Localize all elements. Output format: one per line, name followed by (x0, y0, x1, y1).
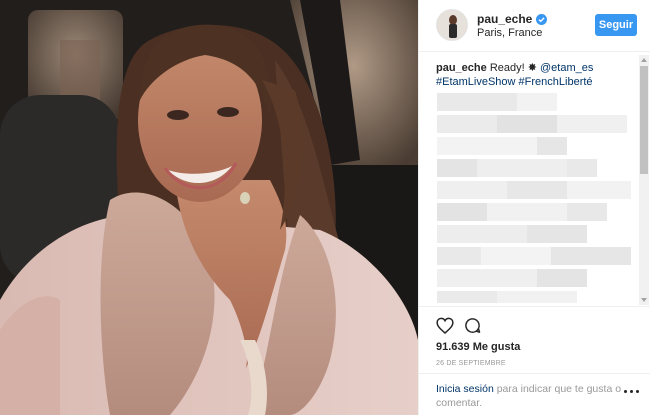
likes-count[interactable]: 91.639 Me gusta (436, 341, 520, 353)
post-side-panel: pau_eche Paris, France Seguir pau_eche R… (418, 0, 650, 415)
username[interactable]: pau_eche (477, 12, 532, 26)
caption: pau_eche Ready! ✸ @etam_es #EtamLiveShow… (436, 61, 632, 89)
post-photo[interactable] (0, 0, 418, 415)
follow-button[interactable]: Seguir (595, 14, 637, 36)
avatar-image (437, 10, 467, 40)
post-date[interactable]: 26 DE SEPTIEMBRE (436, 360, 506, 367)
comments-scrollbar[interactable] (639, 55, 649, 305)
login-link[interactable]: Inicia sesión (436, 383, 494, 395)
username-row: pau_eche (477, 12, 548, 26)
heart-icon[interactable] (435, 315, 455, 335)
more-options-icon[interactable] (624, 387, 642, 395)
caption-emoji: ✸ (527, 62, 537, 74)
verified-badge-icon (536, 13, 548, 25)
comments-area: pau_eche Ready! ✸ @etam_es #EtamLiveShow… (419, 53, 650, 306)
caption-username[interactable]: pau_eche (436, 62, 487, 74)
avatar[interactable] (436, 9, 468, 41)
scroll-down-arrow-icon[interactable] (639, 295, 649, 305)
login-text: Inicia sesión para indicar que te gusta … (436, 382, 622, 410)
location[interactable]: Paris, France (477, 27, 542, 39)
caption-text: Ready! (489, 62, 525, 74)
caption-mention[interactable]: @etam_es (540, 62, 593, 74)
post-actions: 91.639 Me gusta 26 DE SEPTIEMBRE Inicia … (419, 306, 650, 415)
scroll-thumb[interactable] (640, 66, 648, 174)
scroll-up-arrow-icon[interactable] (639, 55, 649, 65)
comment-icon[interactable] (462, 315, 482, 335)
post-header: pau_eche Paris, France Seguir (419, 0, 650, 52)
login-prompt: Inicia sesión para indicar que te gusta … (419, 373, 650, 415)
blurred-comments (431, 93, 635, 303)
selfie-photo-illustration (0, 0, 418, 415)
caption-hashtags[interactable]: #EtamLiveShow #FrenchLiberté (436, 76, 593, 88)
